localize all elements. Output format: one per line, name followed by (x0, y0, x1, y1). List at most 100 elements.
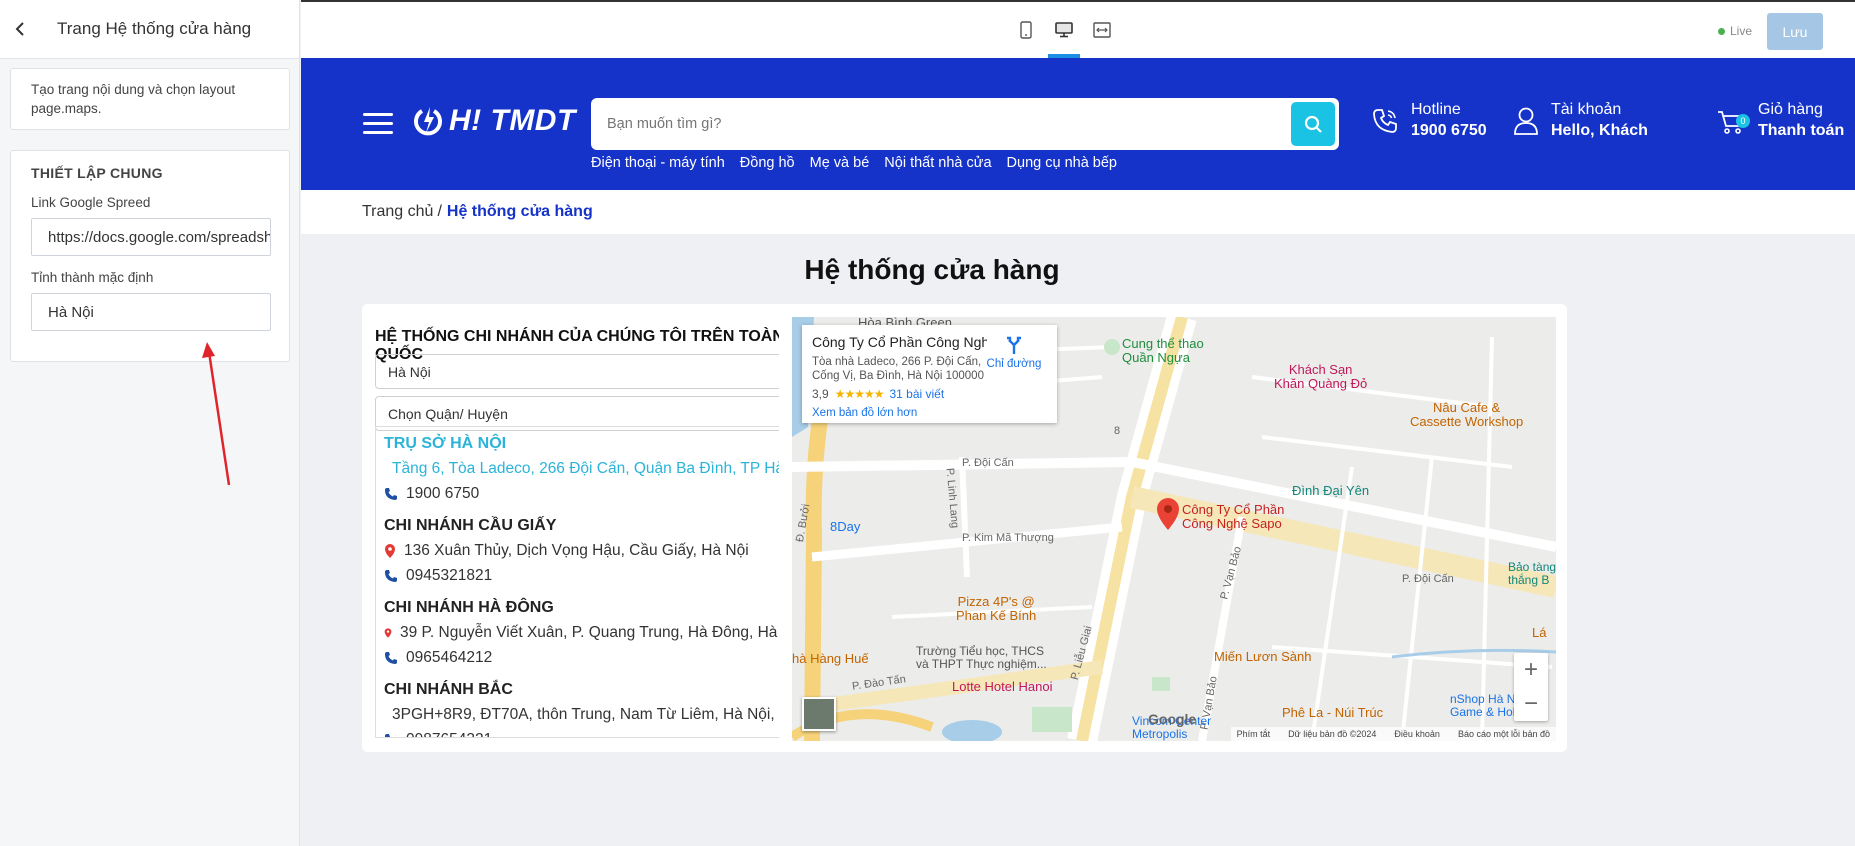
map-label: Pizza 4P's @ Phan Kế Bính (956, 594, 1037, 623)
map-place-address: Tòa nhà Ladeco, 266 P. Đội Cấn, Cống Vị,… (812, 356, 984, 382)
map-label: Lá (1532, 625, 1547, 640)
google-logo: Google (1148, 711, 1197, 727)
editor-title: Trang Hệ thống cửa hàng (57, 19, 252, 38)
map-label: Khách Sạn Khăn Quàng Đỏ (1274, 362, 1368, 391)
mobile-view-button[interactable] (1014, 2, 1038, 58)
site-header: H! TMDT Điện thoại - máy tính Đồng hồ Mẹ… (301, 58, 1855, 190)
site-preview: H! TMDT Điện thoại - máy tính Đồng hồ Mẹ… (301, 58, 1855, 846)
map-label: Lotte Hotel Hanoi (952, 679, 1053, 694)
save-button[interactable]: Lưu (1767, 13, 1823, 50)
directions-button[interactable]: Chỉ đường (983, 335, 1045, 370)
branch-name: CHI NHÁNH BẮC (384, 681, 513, 698)
cart-icon-wrap: 0 (1716, 106, 1750, 136)
phone-icon (385, 652, 397, 664)
branch-address: 3PGH+8R9, ĐT70A, thôn Trung, Nam Từ Liêm… (384, 706, 805, 724)
branch-item[interactable]: CHI NHÁNH CẦU GIẤY 136 Xuân Thủy, Dịch V… (376, 503, 805, 585)
branch-address: Tầng 6, Tòa Ladeco, 266 Đội Cấn, Quận Ba… (384, 460, 805, 478)
map-label: Nâu Cafe & Cassette Workshop (1410, 400, 1524, 429)
default-province-input[interactable]: Hà Nội (31, 293, 271, 331)
hotline-number: 1900 6750 (1411, 122, 1487, 139)
quick-link-furniture[interactable]: Nội thất nhà cửa (884, 155, 991, 171)
device-switcher (1014, 2, 1114, 58)
branch-phone: 0965464212 (384, 649, 805, 667)
map-label: Miến Lươn Sành (1214, 649, 1312, 664)
view-larger-map-link[interactable]: Xem bản đồ lớn hơn (812, 407, 1047, 419)
live-label: Live (1730, 24, 1753, 38)
province-select-value: Hà Nội (388, 363, 431, 380)
google-map[interactable]: Hòa Bình Green Cung thể thao Quần Ngựa Kh… (792, 317, 1556, 741)
fullwidth-icon (1093, 22, 1111, 38)
menu-icon[interactable] (363, 113, 393, 137)
sheet-link-label: Link Google Spreed (31, 195, 151, 210)
search-input[interactable] (607, 98, 1247, 150)
description-card: Tạo trang nội dung và chọn layout page.m… (10, 68, 290, 130)
back-button[interactable] (0, 0, 40, 59)
map-data-attribution: Dữ liệu bản đồ ©2024 (1288, 729, 1377, 739)
map-label: P. Kim Mã Thượng (962, 532, 1054, 544)
keyboard-shortcuts-link[interactable]: Phím tắt (1237, 729, 1271, 739)
map-layer-toggle[interactable] (802, 697, 836, 731)
branch-address: 136 Xuân Thủy, Dịch Vọng Hậu, Cầu Giấy, … (384, 542, 805, 560)
zoom-out-button[interactable]: − (1514, 687, 1548, 721)
terms-link[interactable]: Điều khoản (1394, 729, 1440, 739)
power-logo-icon (414, 107, 442, 136)
map-label: P. Đội Cấn (1402, 573, 1454, 585)
cart-checkout: Thanh toán (1758, 122, 1845, 139)
description-text: Tạo trang nội dung và chọn layout page.m… (31, 82, 236, 116)
user-icon (1514, 107, 1538, 135)
branch-item[interactable]: CHI NHÁNH BẮC 3PGH+8R9, ĐT70A, thôn Trun… (376, 667, 805, 737)
quick-link-kitchen[interactable]: Dụng cụ nhà bếp (1007, 155, 1117, 171)
fullwidth-view-button[interactable] (1090, 2, 1114, 58)
province-select[interactable]: Hà Nội (375, 354, 806, 389)
branch-phone: 0987654321 (384, 731, 805, 737)
map-pin-icon (384, 628, 392, 638)
map-label: 8 (1114, 425, 1121, 437)
search-box (591, 98, 1339, 150)
search-button[interactable] (1291, 102, 1335, 146)
site-logo[interactable]: H! TMDT (413, 104, 576, 138)
sheet-link-input[interactable]: https://docs.google.com/spreadsheets (31, 218, 271, 256)
zoom-in-button[interactable]: + (1514, 653, 1548, 687)
logo-text: H! TMDT (449, 104, 576, 137)
breadcrumb-separator: / (437, 203, 442, 220)
breadcrumb-home[interactable]: Trang chủ (362, 203, 433, 221)
hotline-label: Hotline (1411, 101, 1461, 118)
map-footer: Phím tắt Dữ liệu bản đồ ©2024 Điều khoản… (1230, 727, 1556, 741)
directions-icon (1007, 336, 1021, 354)
chevron-left-icon (15, 22, 24, 36)
live-status: Live (1718, 24, 1752, 38)
zoom-controls: + − (1514, 653, 1548, 721)
editor-topbar: Live Lưu (301, 0, 1855, 58)
hotline[interactable]: Hotline 1900 6750 (1371, 100, 1487, 142)
map-label: hà Hàng Huế (792, 651, 869, 666)
desktop-view-button[interactable] (1048, 2, 1080, 58)
branch-item[interactable]: CHI NHÁNH HÀ ĐÔNG 39 P. Nguyễn Viết Xuân… (376, 585, 805, 667)
phone-icon (385, 570, 397, 582)
branch-name: CHI NHÁNH HÀ ĐÔNG (384, 599, 554, 616)
report-error-link[interactable]: Báo cáo một lỗi bản đồ (1458, 729, 1550, 739)
map-label: Đình Đại Yên (1292, 483, 1370, 498)
cart-count-badge: 0 (1736, 114, 1750, 128)
account[interactable]: Tài khoản Hello, Khách (1513, 100, 1648, 142)
branch-item[interactable]: TRỤ SỞ HÀ NỘI Tầng 6, Tòa Ladeco, 266 Độ… (376, 427, 805, 503)
quick-link-watches[interactable]: Đồng hồ (740, 155, 795, 171)
account-label: Tài khoản (1551, 101, 1622, 118)
cart[interactable]: 0 Giỏ hàng Thanh toán (1716, 100, 1844, 142)
quick-link-phones[interactable]: Điện thoại - máy tính (591, 155, 725, 171)
map-rating-value: 3,9 (812, 387, 829, 401)
search-icon (1304, 115, 1322, 133)
account-user: Hello, Khách (1551, 122, 1648, 139)
map-label: Bảo tàng Chthắng B (1508, 560, 1556, 587)
settings-card: THIẾT LẬP CHUNG Link Google Spreed https… (10, 150, 290, 362)
map-label: P. Đội Cấn (962, 457, 1014, 469)
map-info-window: Công Ty Cổ Phần Công Nghệ ... Tòa nhà La… (802, 325, 1057, 423)
page-title: Hệ thống cửa hàng (804, 254, 1060, 285)
quick-link-mom-baby[interactable]: Mẹ và bé (810, 155, 870, 171)
branch-list[interactable]: TRỤ SỞ HÀ NỘI Tầng 6, Tòa Ladeco, 266 Độ… (375, 426, 806, 738)
editor-sidebar: Trang Hệ thống cửa hàng Tạo trang nội du… (0, 0, 300, 846)
branch-phone: 0945321821 (384, 567, 805, 585)
red-arrow-annotation (202, 342, 231, 486)
map-label: Cung thể thao Quần Ngựa (1122, 336, 1204, 365)
map-reviews-link[interactable]: 31 bài viết (889, 387, 944, 401)
editor-header: Trang Hệ thống cửa hàng (0, 0, 299, 59)
